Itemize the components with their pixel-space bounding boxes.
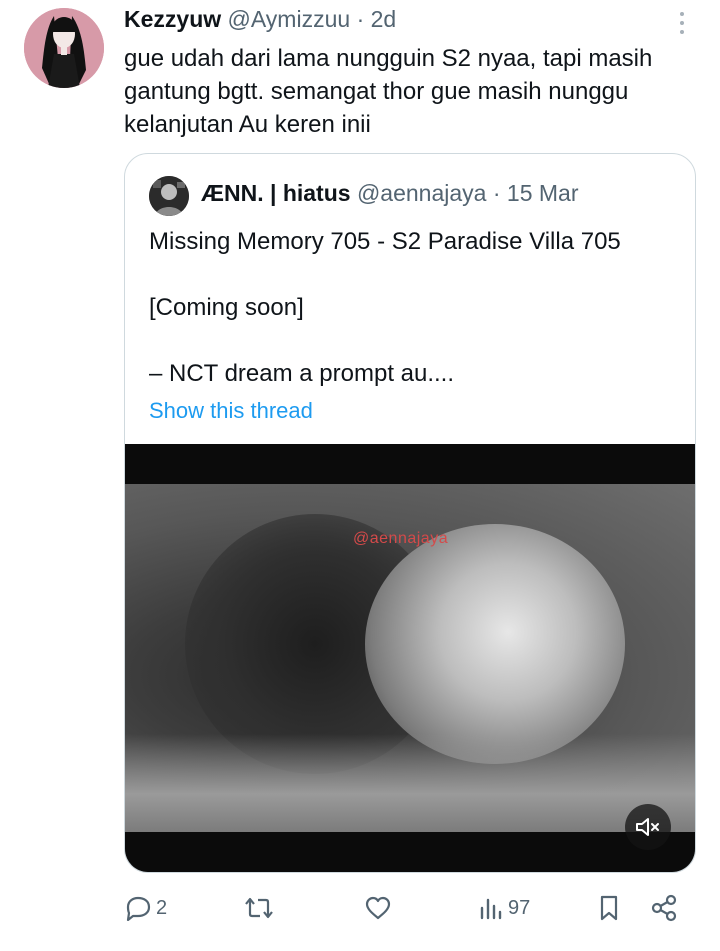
reply-count: 2 bbox=[156, 896, 168, 919]
quoted-text-line: Missing Memory 705 - S2 Paradise Villa 7… bbox=[149, 228, 621, 255]
quoted-text-line: [Coming soon] bbox=[149, 294, 304, 321]
quoted-user-avatar[interactable] bbox=[149, 176, 189, 216]
share-button[interactable] bbox=[650, 888, 678, 928]
bookmark-icon bbox=[600, 895, 618, 921]
retweet-icon bbox=[245, 897, 273, 919]
avatar-illustration bbox=[24, 8, 104, 88]
views-button[interactable]: 97 bbox=[478, 888, 530, 928]
tweet-text: gue udah dari lama nungguin S2 nyaa, tap… bbox=[124, 45, 653, 138]
show-thread-link[interactable]: Show this thread bbox=[149, 398, 313, 424]
timestamp[interactable]: 2d bbox=[371, 6, 397, 32]
retweet-button[interactable] bbox=[244, 888, 274, 928]
quoted-tweet[interactable]: ÆNN. | hiatus @aennajaya · 15 Mar Missin… bbox=[124, 153, 696, 873]
tweet-header: Kezzyuw @Aymizzuu · 2d bbox=[124, 6, 680, 36]
display-name[interactable]: Kezzyuw bbox=[124, 6, 221, 32]
quoted-user-handle[interactable]: @aennajaya bbox=[357, 180, 487, 206]
more-vertical-icon[interactable] bbox=[678, 12, 686, 38]
reply-icon bbox=[126, 896, 151, 921]
separator: · bbox=[492, 180, 501, 206]
video-watermark: @aennajaya bbox=[353, 530, 449, 547]
separator: · bbox=[356, 6, 365, 32]
quoted-display-name[interactable]: ÆNN. | hiatus bbox=[201, 180, 351, 206]
heart-icon bbox=[365, 896, 391, 920]
views-icon bbox=[480, 898, 502, 920]
like-button[interactable] bbox=[364, 888, 392, 928]
volume-muted-icon[interactable] bbox=[625, 804, 671, 850]
quoted-timestamp[interactable]: 15 Mar bbox=[507, 180, 579, 206]
tweet-actions: 2 97 bbox=[124, 888, 694, 928]
views-count: 97 bbox=[508, 896, 531, 919]
reply-button[interactable]: 2 bbox=[124, 888, 167, 928]
share-icon bbox=[651, 894, 677, 922]
quoted-text-line: – NCT dream a prompt au.... bbox=[149, 360, 455, 387]
user-avatar[interactable] bbox=[24, 8, 104, 88]
video-player[interactable]: @aennajaya bbox=[125, 444, 695, 872]
quoted-avatar-illustration bbox=[149, 176, 189, 216]
video-frame[interactable]: @aennajaya bbox=[125, 484, 695, 832]
bookmark-button[interactable] bbox=[596, 888, 622, 928]
quoted-tweet-header: ÆNN. | hiatus @aennajaya · 15 Mar bbox=[201, 180, 579, 207]
user-handle[interactable]: @Aymizzuu bbox=[228, 6, 351, 32]
